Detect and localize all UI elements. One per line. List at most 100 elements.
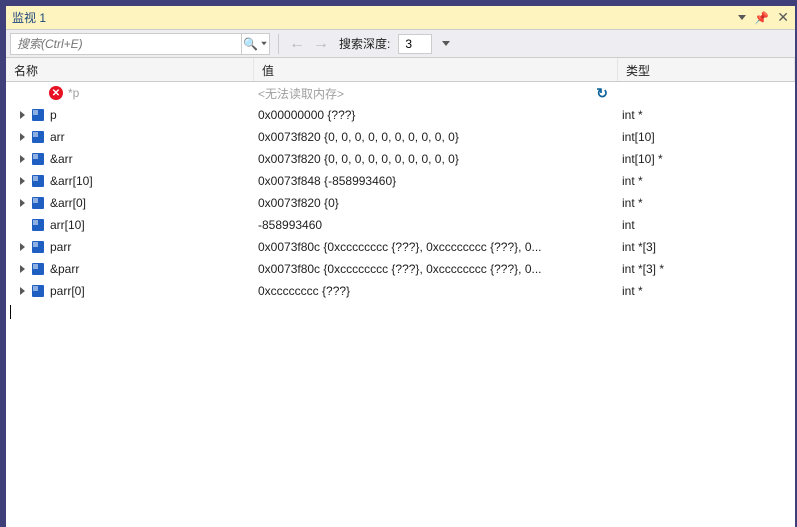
grid-header: 名称 值 类型 bbox=[6, 58, 795, 82]
header-value[interactable]: 值 bbox=[254, 58, 618, 81]
header-name[interactable]: 名称 bbox=[6, 58, 254, 81]
variable-icon bbox=[30, 217, 46, 233]
depth-label: 搜索深度: bbox=[339, 35, 390, 52]
row-value: 0x0073f848 {-858993460} bbox=[258, 174, 614, 188]
value-cell[interactable]: -858993460 bbox=[254, 218, 618, 232]
table-row[interactable]: &parr 0x0073f80c {0xcccccccc {???}, 0xccc… bbox=[6, 258, 795, 280]
row-name: arr[10] bbox=[50, 218, 85, 232]
value-cell[interactable]: 0x0073f820 {0} bbox=[254, 196, 618, 210]
table-row[interactable]: arr[10] -858993460 int bbox=[6, 214, 795, 236]
name-cell[interactable]: parr bbox=[6, 239, 254, 255]
search-input[interactable] bbox=[11, 37, 241, 51]
expander-icon[interactable] bbox=[16, 285, 28, 297]
variable-icon bbox=[30, 239, 46, 255]
row-name: arr bbox=[50, 130, 65, 144]
row-name: parr bbox=[50, 240, 71, 254]
window-menu-icon[interactable] bbox=[738, 15, 746, 20]
variable-icon bbox=[30, 107, 46, 123]
type-cell: int * bbox=[618, 196, 795, 210]
table-row[interactable]: parr 0x0073f80c {0xcccccccc {???}, 0xcccc… bbox=[6, 236, 795, 258]
nav-forward-button[interactable]: → bbox=[311, 35, 331, 53]
value-cell[interactable]: <无法读取内存>↻ bbox=[254, 85, 618, 102]
table-row[interactable]: parr[0] 0xcccccccc {???} int * bbox=[6, 280, 795, 302]
table-row[interactable]: ✕*p<无法读取内存>↻ bbox=[6, 82, 795, 104]
name-cell[interactable]: arr[10] bbox=[6, 217, 254, 233]
expander-icon[interactable] bbox=[16, 131, 28, 143]
value-cell[interactable]: 0x00000000 {???} bbox=[254, 108, 618, 122]
row-name: &arr[10] bbox=[50, 174, 93, 188]
row-value: 0x0073f820 {0, 0, 0, 0, 0, 0, 0, 0, 0, 0… bbox=[258, 152, 614, 166]
value-cell[interactable]: 0xcccccccc {???} bbox=[254, 284, 618, 298]
name-cell[interactable]: &arr[10] bbox=[6, 173, 254, 189]
type-cell: int bbox=[618, 218, 795, 232]
depth-value: 3 bbox=[405, 37, 412, 51]
close-icon[interactable]: ✕ bbox=[777, 9, 789, 26]
search-icon: 🔍 bbox=[243, 37, 258, 51]
value-cell[interactable]: 0x0073f820 {0, 0, 0, 0, 0, 0, 0, 0, 0, 0… bbox=[254, 130, 618, 144]
row-name: parr[0] bbox=[50, 284, 85, 298]
expander-icon[interactable] bbox=[16, 197, 28, 209]
row-value: 0x0073f80c {0xcccccccc {???}, 0xcccccccc… bbox=[258, 240, 614, 254]
name-cell[interactable]: &arr bbox=[6, 151, 254, 167]
row-value: -858993460 bbox=[258, 218, 614, 232]
pin-icon[interactable]: 📌 bbox=[754, 11, 769, 25]
expander-icon[interactable] bbox=[16, 175, 28, 187]
search-button[interactable]: 🔍 bbox=[241, 33, 269, 55]
toolbar: 🔍 ← → 搜索深度: 3 bbox=[6, 30, 795, 58]
depth-select[interactable]: 3 bbox=[398, 34, 432, 54]
panel-title-bar: 监视 1 📌 ✕ bbox=[6, 6, 795, 30]
table-row[interactable]: &arr 0x0073f820 {0, 0, 0, 0, 0, 0, 0, 0, … bbox=[6, 148, 795, 170]
row-value: 0x0073f820 {0, 0, 0, 0, 0, 0, 0, 0, 0, 0… bbox=[258, 130, 614, 144]
name-cell[interactable]: &arr[0] bbox=[6, 195, 254, 211]
row-name: &arr[0] bbox=[50, 196, 86, 210]
row-value: 0x0073f80c {0xcccccccc {???}, 0xcccccccc… bbox=[258, 262, 614, 276]
nav-back-button[interactable]: ← bbox=[287, 35, 307, 53]
expander-icon[interactable] bbox=[16, 263, 28, 275]
type-cell: int * bbox=[618, 284, 795, 298]
expander-icon[interactable] bbox=[16, 109, 28, 121]
table-row[interactable]: &arr[10] 0x0073f848 {-858993460} int * bbox=[6, 170, 795, 192]
row-type: int[10] bbox=[622, 130, 655, 144]
value-cell[interactable]: 0x0073f80c {0xcccccccc {???}, 0xcccccccc… bbox=[254, 240, 618, 254]
value-cell[interactable]: 0x0073f820 {0, 0, 0, 0, 0, 0, 0, 0, 0, 0… bbox=[254, 152, 618, 166]
table-row[interactable]: arr 0x0073f820 {0, 0, 0, 0, 0, 0, 0, 0, 0… bbox=[6, 126, 795, 148]
variable-icon bbox=[30, 283, 46, 299]
row-type: int * bbox=[622, 284, 643, 298]
name-cell[interactable]: &parr bbox=[6, 261, 254, 277]
row-name: p bbox=[50, 108, 57, 122]
watch-grid: 名称 值 类型 ✕*p<无法读取内存>↻ p 0x00000000 {???} int… bbox=[6, 58, 795, 322]
row-name: &arr bbox=[50, 152, 73, 166]
value-cell[interactable]: 0x0073f848 {-858993460} bbox=[254, 174, 618, 188]
row-name: *p bbox=[68, 86, 79, 100]
table-row[interactable]: &arr[0] 0x0073f820 {0}int * bbox=[6, 192, 795, 214]
variable-icon bbox=[30, 195, 46, 211]
text-cursor bbox=[10, 305, 11, 319]
name-cell[interactable]: ✕*p bbox=[6, 85, 254, 101]
row-type: int * bbox=[622, 174, 643, 188]
separator bbox=[278, 34, 279, 54]
table-row[interactable]: p 0x00000000 {???} int * bbox=[6, 104, 795, 126]
name-cell[interactable]: p bbox=[6, 107, 254, 123]
variable-icon bbox=[30, 151, 46, 167]
refresh-icon[interactable]: ↻ bbox=[596, 85, 608, 102]
type-cell: int *[3] * bbox=[618, 262, 795, 276]
row-type: int *[3] bbox=[622, 240, 656, 254]
type-cell: int[10] * bbox=[618, 152, 795, 166]
variable-icon bbox=[30, 173, 46, 189]
variable-icon bbox=[30, 261, 46, 277]
expander-icon[interactable] bbox=[16, 153, 28, 165]
name-cell[interactable]: arr bbox=[6, 129, 254, 145]
row-value: <无法读取内存> bbox=[258, 85, 596, 102]
new-watch-row[interactable] bbox=[6, 302, 795, 322]
search-box[interactable]: 🔍 bbox=[10, 33, 270, 55]
value-cell[interactable]: 0x0073f80c {0xcccccccc {???}, 0xcccccccc… bbox=[254, 262, 618, 276]
row-type: int * bbox=[622, 108, 643, 122]
type-cell: int *[3] bbox=[618, 240, 795, 254]
type-cell: int[10] bbox=[618, 130, 795, 144]
row-name: &parr bbox=[50, 262, 79, 276]
type-cell: int * bbox=[618, 108, 795, 122]
expander-icon[interactable] bbox=[16, 241, 28, 253]
chevron-down-icon[interactable] bbox=[442, 41, 450, 46]
header-type[interactable]: 类型 bbox=[618, 58, 795, 81]
name-cell[interactable]: parr[0] bbox=[6, 283, 254, 299]
